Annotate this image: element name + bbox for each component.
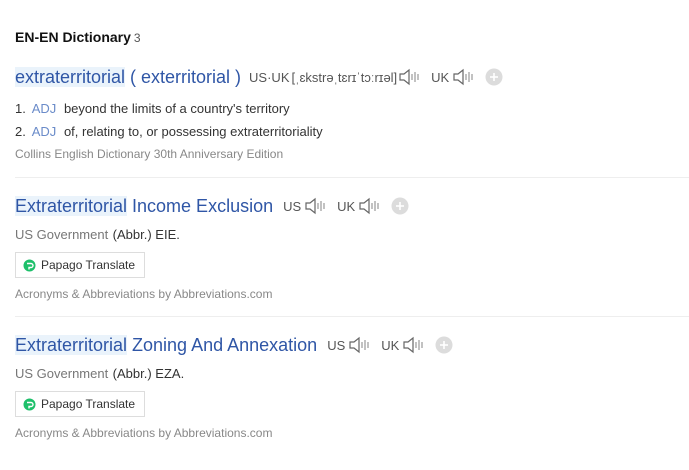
divider bbox=[15, 316, 689, 317]
papago-translate-button[interactable]: Papago Translate bbox=[15, 391, 146, 417]
pronunciation-uk: UK bbox=[381, 334, 425, 356]
papago-label: Papago Translate bbox=[41, 258, 136, 272]
pronunciation-uk: UK bbox=[431, 66, 475, 88]
pron-label-us: US bbox=[283, 198, 302, 214]
papago-icon bbox=[23, 259, 36, 271]
headword-rest: Income Exclusion bbox=[127, 195, 274, 216]
pronunciation-uk: UK bbox=[337, 195, 381, 217]
plus-circle-icon[interactable] bbox=[391, 197, 409, 215]
headword-highlight: Extraterritorial bbox=[15, 195, 128, 216]
result-count: 3 bbox=[133, 31, 141, 45]
entry-meta: US Government (Abbr.) EZA. bbox=[15, 365, 689, 383]
part-of-speech: ADJ bbox=[31, 124, 57, 139]
sense-list: 1. ADJ beyond the limits of a country's … bbox=[15, 97, 689, 143]
ipa-text: [ˌɛkstrəˌtɛrɪˈtɔːrɪəl] bbox=[291, 69, 398, 85]
category-label: US Government bbox=[15, 366, 109, 381]
pron-label: US·UK bbox=[249, 69, 290, 85]
abbreviation: (Abbr.) EIE. bbox=[112, 227, 180, 242]
sense-definition: of, relating to, or possessing extraterr… bbox=[63, 124, 323, 139]
divider bbox=[15, 177, 689, 178]
entry-meta: US Government (Abbr.) EIE. bbox=[15, 226, 689, 244]
headword-link[interactable]: Extraterritorial Zoning And Annexation bbox=[15, 334, 318, 356]
plus-circle-icon[interactable] bbox=[485, 68, 503, 86]
entry-zoning-annexation: Extraterritorial Zoning And Annexation U… bbox=[15, 333, 689, 440]
speaker-icon[interactable] bbox=[303, 195, 327, 217]
entry-income-exclusion: Extraterritorial Income Exclusion US UK bbox=[15, 194, 689, 301]
dictionary-panel: EN-EN Dictionary 3 extraterritorial ( ext… bbox=[0, 0, 689, 470]
sense-item: 1. ADJ beyond the limits of a country's … bbox=[15, 97, 689, 120]
papago-icon bbox=[23, 398, 36, 410]
headword-highlight: extraterritorial bbox=[15, 66, 126, 87]
sense-number: 1. bbox=[15, 101, 26, 116]
sense-item: 2. ADJ of, relating to, or possessing ex… bbox=[15, 120, 689, 143]
pronunciation-us: US bbox=[327, 334, 371, 356]
entry-source: Acronyms & Abbreviations by Abbreviation… bbox=[15, 287, 273, 301]
pronunciation-us-uk: US·UK [ˌɛkstrəˌtɛrɪˈtɔːrɪəl] bbox=[249, 66, 421, 88]
headword-link[interactable]: Extraterritorial Income Exclusion bbox=[15, 195, 274, 217]
headword-rest: Zoning And Annexation bbox=[127, 334, 318, 355]
pron-label-uk: UK bbox=[431, 69, 450, 85]
sense-number: 2. bbox=[15, 124, 26, 139]
pron-label-uk: UK bbox=[337, 198, 356, 214]
speaker-icon[interactable] bbox=[401, 334, 425, 356]
sense-definition: beyond the limits of a country's territo… bbox=[63, 101, 290, 116]
papago-translate-button[interactable]: Papago Translate bbox=[15, 252, 146, 278]
headword-link[interactable]: extraterritorial ( exterritorial ) bbox=[15, 66, 242, 88]
headword-variant: ( exterritorial ) bbox=[125, 66, 242, 87]
section-title: EN-EN Dictionary bbox=[15, 29, 131, 45]
headword-highlight: Extraterritorial bbox=[15, 334, 128, 355]
entry-source: Acronyms & Abbreviations by Abbreviation… bbox=[15, 426, 273, 440]
speaker-icon[interactable] bbox=[451, 66, 475, 88]
pron-label-us: US bbox=[327, 337, 346, 353]
speaker-icon[interactable] bbox=[357, 195, 381, 217]
speaker-icon[interactable] bbox=[347, 334, 371, 356]
papago-label: Papago Translate bbox=[41, 397, 136, 411]
entry-extraterritorial: extraterritorial ( exterritorial ) US·UK… bbox=[15, 65, 689, 161]
part-of-speech: ADJ bbox=[31, 101, 57, 116]
plus-circle-icon[interactable] bbox=[435, 336, 453, 354]
pron-label-uk: UK bbox=[381, 337, 400, 353]
category-label: US Government bbox=[15, 227, 109, 242]
pronunciation-us: US bbox=[283, 195, 327, 217]
speaker-icon[interactable] bbox=[397, 66, 421, 88]
entry-source: Collins English Dictionary 30th Annivers… bbox=[15, 147, 284, 161]
abbreviation: (Abbr.) EZA. bbox=[112, 366, 185, 381]
section-header: EN-EN Dictionary 3 bbox=[15, 29, 141, 45]
